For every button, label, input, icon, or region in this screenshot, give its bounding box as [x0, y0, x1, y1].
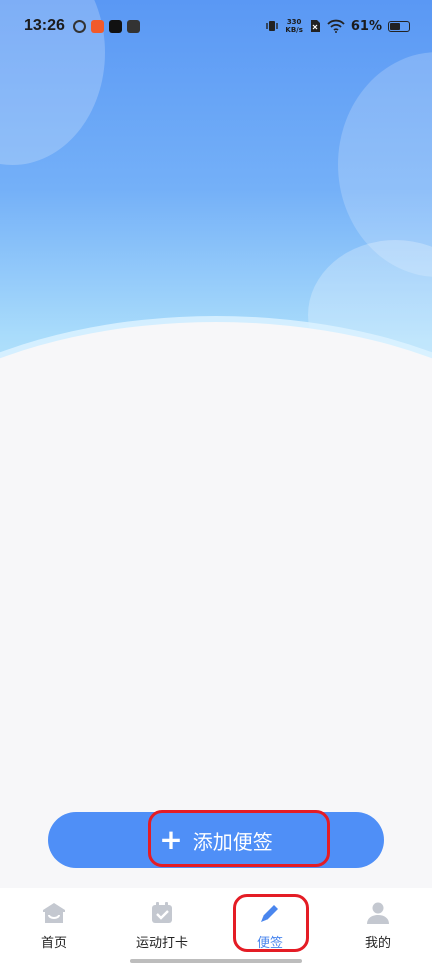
network-speed: 330 KB/s	[285, 18, 303, 34]
tab-mine[interactable]: 我的	[324, 888, 432, 964]
battery-icon	[388, 20, 410, 32]
tab-notes[interactable]: 便签	[216, 888, 324, 964]
sim-icon	[310, 20, 320, 32]
notification-icons	[72, 19, 140, 33]
tab-label: 首页	[40, 936, 67, 951]
tab-label: 运动打卡	[135, 936, 188, 951]
add-note-label: 添加便签	[192, 829, 273, 854]
tab-home[interactable]: 首页	[0, 888, 108, 964]
user-icon	[367, 902, 389, 924]
status-right: 330 KB/s 61%	[265, 18, 410, 34]
battery-fill	[390, 22, 401, 30]
weibo-icon	[72, 19, 86, 33]
xiaohongshu-icon	[90, 19, 104, 33]
tab-sport-checkin[interactable]: 运动打卡	[108, 888, 216, 964]
plus-icon: +	[159, 823, 183, 856]
pencil-icon	[261, 905, 278, 922]
bottom-tab-bar: 首页 运动打卡 便签 我的	[0, 888, 432, 964]
header-background	[0, 0, 432, 420]
home-indicator	[130, 959, 302, 963]
status-bar: 13:26 330 KB/s 61%	[0, 0, 432, 52]
tab-label: 便签	[256, 936, 283, 951]
wifi-icon	[327, 19, 345, 33]
calendar-check-icon	[152, 902, 172, 923]
vibrate-icon	[266, 21, 279, 31]
tab-label: 我的	[364, 936, 391, 951]
message-icon	[126, 19, 140, 33]
add-note-button[interactable]: + 添加便签	[48, 812, 384, 868]
status-time: 13:26	[24, 17, 65, 34]
tiktok-icon	[108, 19, 122, 33]
home-icon	[43, 903, 65, 923]
battery-percent: 61%	[350, 18, 382, 34]
